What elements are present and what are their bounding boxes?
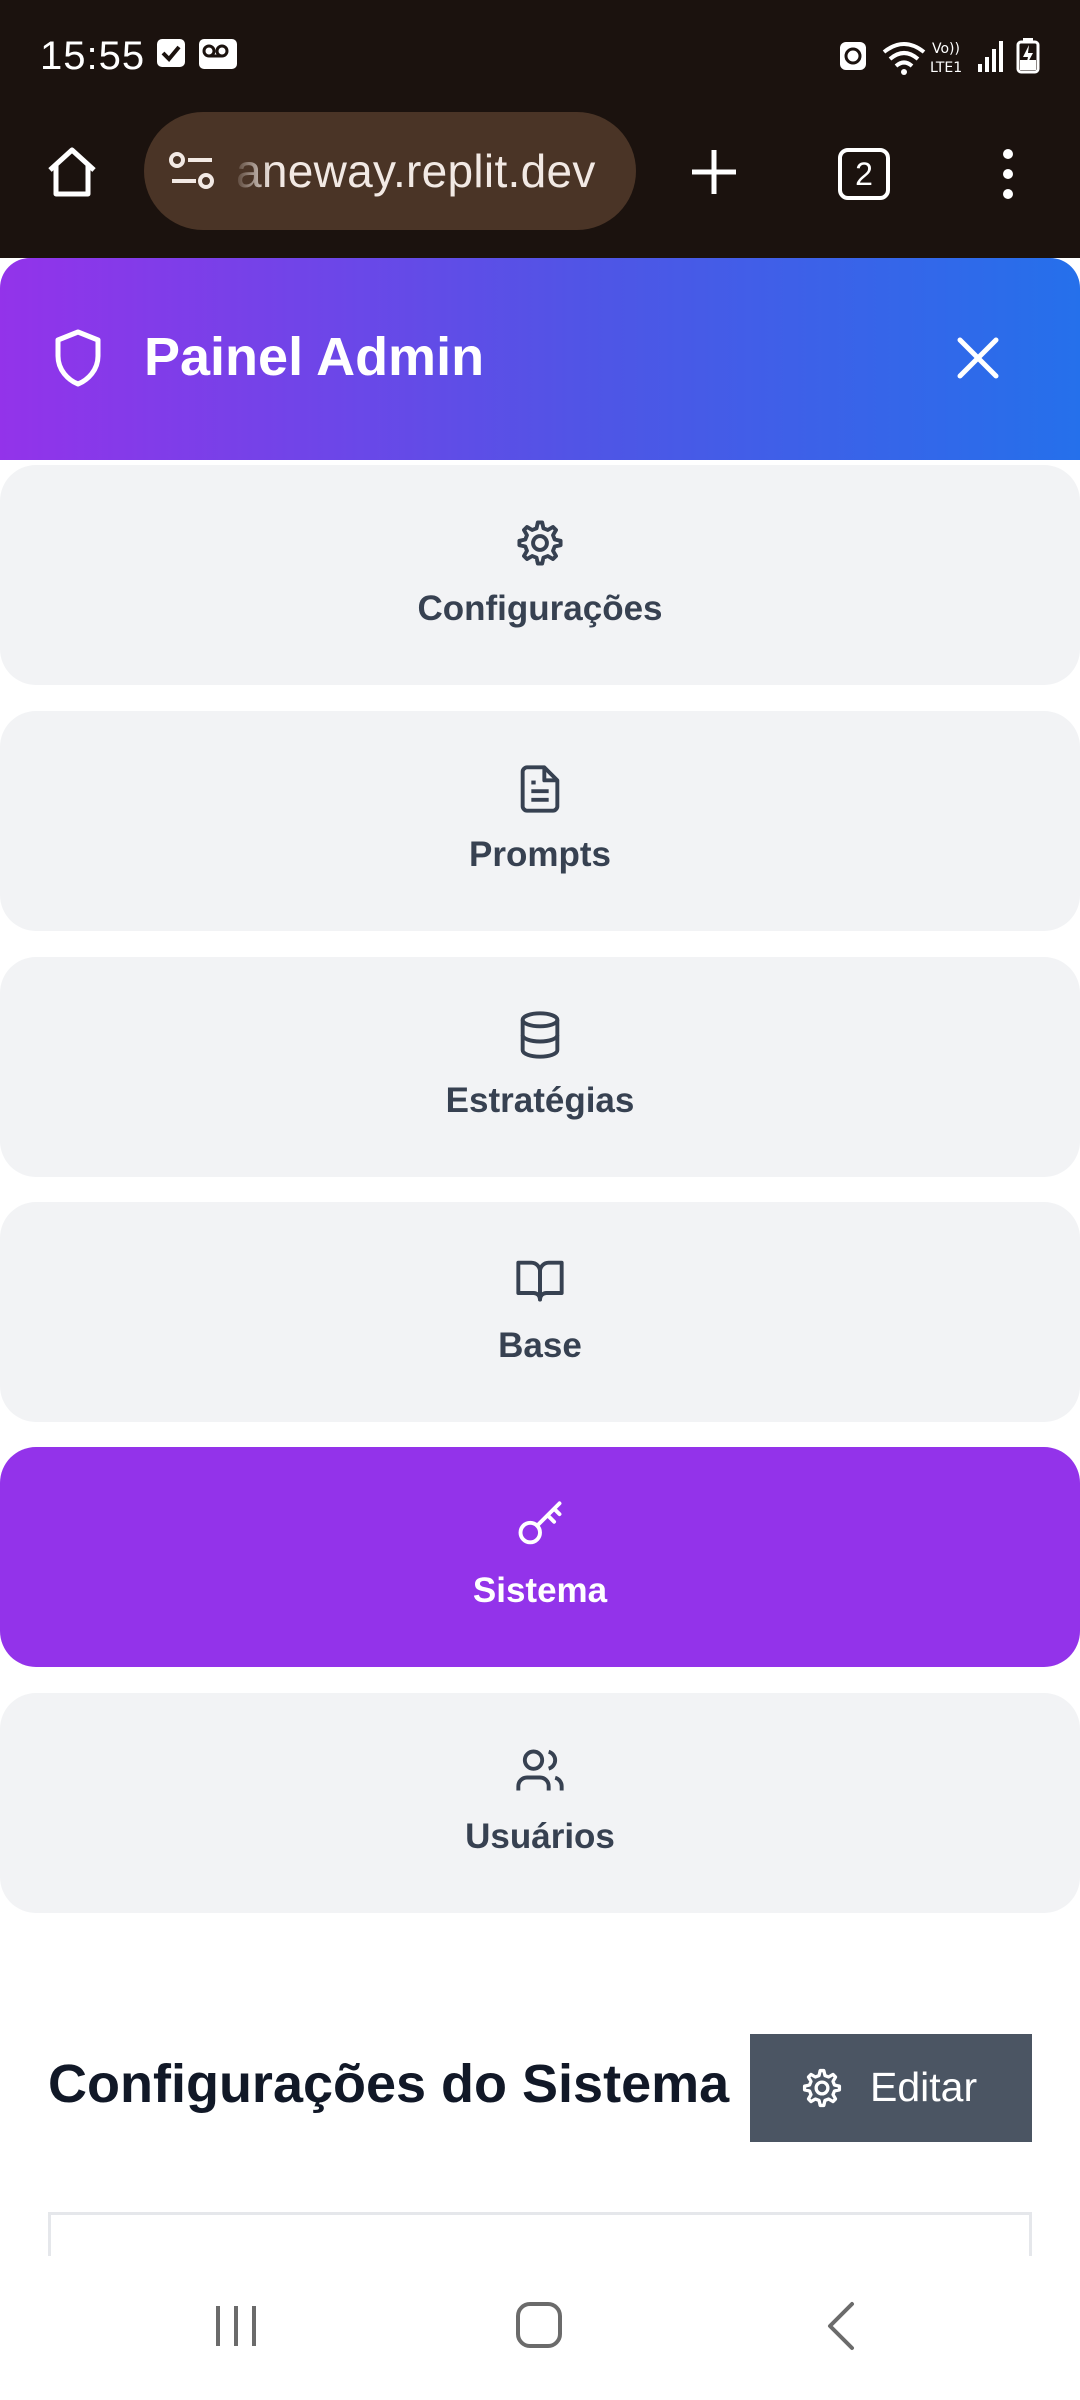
nav-item-label: Sistema xyxy=(472,1571,608,1610)
nav-item-sistema[interactable]: Sistema xyxy=(0,1447,1080,1667)
nav-item-label: Base xyxy=(498,1326,582,1365)
volte-lte-icon: Vo)) LTE1 xyxy=(930,41,962,76)
section-title: Configurações do Sistema xyxy=(48,2054,730,2114)
alarm-icon xyxy=(840,42,866,70)
url-text: aneway.replit.dev xyxy=(236,145,596,197)
url-bar[interactable]: aneway.replit.dev xyxy=(144,112,636,230)
nav-item-configuracoes[interactable]: Configurações xyxy=(0,465,1080,685)
page-title: Painel Admin xyxy=(144,327,485,387)
recent-apps-icon[interactable] xyxy=(212,2302,260,2350)
admin-header: Painel Admin xyxy=(0,258,1080,460)
nav-item-label: Prompts xyxy=(469,835,611,874)
nav-item-base[interactable]: Base xyxy=(0,1202,1080,1422)
nav-item-label: Estratégias xyxy=(445,1081,635,1120)
gear-icon xyxy=(517,520,563,566)
checkbox-notification-icon xyxy=(157,39,185,67)
nav-item-prompts[interactable]: Prompts xyxy=(0,711,1080,931)
new-tab-icon[interactable] xyxy=(688,146,740,198)
svg-text:LTE1: LTE1 xyxy=(930,60,962,76)
wifi-icon xyxy=(882,42,926,75)
svg-text:Vo)): Vo)) xyxy=(932,41,960,57)
users-icon xyxy=(516,1749,564,1791)
nav-item-estrategias[interactable]: Estratégias xyxy=(0,957,1080,1177)
system-navigation-bar xyxy=(0,2256,1080,2400)
database-icon xyxy=(520,1011,560,1059)
status-bar: 15:55 Vo)) LTE1 xyxy=(0,0,1080,110)
shield-icon xyxy=(55,329,101,387)
home-nav-icon[interactable] xyxy=(514,2300,564,2350)
nav-item-label: Usuários xyxy=(465,1817,615,1856)
battery-charging-icon xyxy=(1016,38,1040,74)
book-icon xyxy=(516,1260,564,1302)
nav-item-label: Configurações xyxy=(417,589,663,628)
tab-switcher-button[interactable]: 2 xyxy=(838,148,890,200)
status-time: 15:55 xyxy=(40,34,146,78)
close-icon[interactable] xyxy=(956,336,1000,380)
gear-icon xyxy=(802,2068,842,2108)
more-menu-icon[interactable] xyxy=(996,146,1020,202)
home-icon[interactable] xyxy=(42,142,102,202)
signal-icon xyxy=(978,41,1003,72)
back-icon[interactable] xyxy=(824,2300,858,2352)
edit-button-label: Editar xyxy=(870,2064,978,2110)
browser-toolbar: aneway.replit.dev 2 xyxy=(0,110,1080,258)
edit-button[interactable]: Editar xyxy=(750,2034,1032,2142)
site-settings-icon[interactable] xyxy=(168,150,216,192)
key-icon xyxy=(518,1501,562,1545)
url-fade xyxy=(232,112,272,230)
nav-item-usuarios[interactable]: Usuários xyxy=(0,1693,1080,1913)
document-icon xyxy=(520,765,560,813)
voicemail-notification-icon xyxy=(199,39,237,69)
